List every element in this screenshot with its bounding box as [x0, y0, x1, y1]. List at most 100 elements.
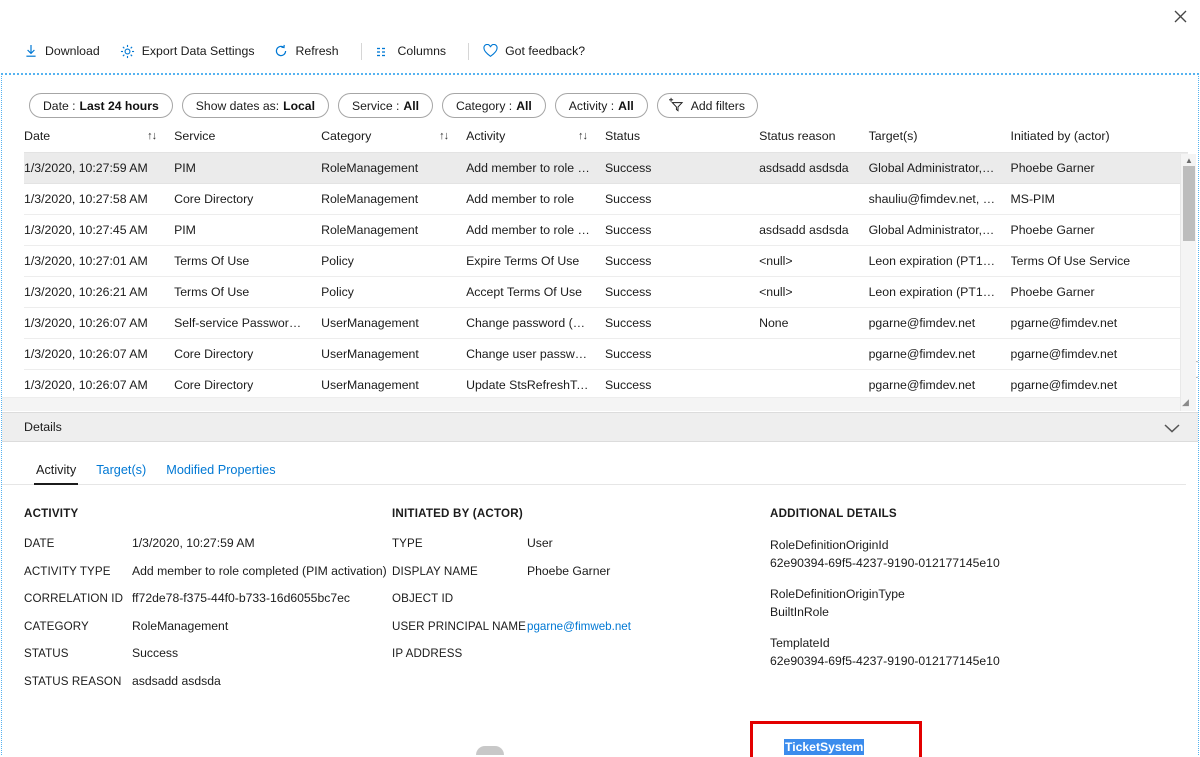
- additional-detail-name: RoleDefinitionOriginType: [770, 585, 1150, 603]
- table-row[interactable]: 1/3/2020, 10:27:59 AMPIMRoleManagementAd…: [24, 153, 1188, 184]
- column-header-date-label: Date: [24, 129, 50, 143]
- table-row[interactable]: 1/3/2020, 10:27:01 AMTerms Of UsePolicyE…: [24, 246, 1188, 277]
- cell-status-reason: <null>: [759, 277, 869, 308]
- table-row[interactable]: 1/3/2020, 10:26:07 AMCore DirectoryUserM…: [24, 339, 1188, 370]
- resize-grip-icon[interactable]: ◢: [1182, 397, 1196, 410]
- table-row[interactable]: 1/3/2020, 10:27:45 AMPIMRoleManagementAd…: [24, 215, 1188, 246]
- cell-activity: Add member to role req...: [466, 215, 605, 246]
- details-splitter-bar[interactable]: Details: [2, 412, 1198, 442]
- column-header-initiated-by-label: Initiated by (actor): [1011, 129, 1110, 143]
- column-header-activity[interactable]: Activity ↑↓: [466, 123, 605, 153]
- gear-icon: [120, 44, 135, 59]
- columns-icon: [376, 45, 391, 58]
- activity-field-row: CORRELATION IDff72de78-f375-44f0-b733-16…: [24, 591, 392, 606]
- details-initiated-by-fields: TYPEUserDISPLAY NAMEPhoebe GarnerOBJECT …: [392, 536, 770, 661]
- filter-show-dates-as[interactable]: Show dates as: Local: [182, 93, 329, 118]
- cell-status-reason: <null>: [759, 246, 869, 277]
- details-tabs: Activity Target(s) Modified Properties: [2, 443, 1186, 485]
- details-initiated-by-section: INITIATED BY (ACTOR) TYPEUser DISPLAY NAM…: [392, 507, 770, 701]
- refresh-icon: [274, 44, 288, 58]
- column-header-service-label: Service: [174, 129, 215, 143]
- tab-modified-properties[interactable]: Modified Properties: [156, 463, 285, 484]
- cell-service: Core Directory: [174, 370, 321, 401]
- initiator-field-value[interactable]: pgarne@fimweb.net: [527, 619, 631, 634]
- activity-field-key: CORRELATION ID: [24, 591, 132, 606]
- tab-targets[interactable]: Target(s): [86, 463, 156, 484]
- chevron-down-icon[interactable]: [1160, 416, 1184, 440]
- chevron-down-glyph: [1162, 422, 1182, 434]
- filter-activity[interactable]: Activity : All: [555, 93, 648, 118]
- title-bar: [0, 0, 1200, 30]
- columns-button[interactable]: Columns: [374, 40, 457, 62]
- got-feedback-button[interactable]: Got feedback?: [481, 40, 595, 62]
- export-data-settings-button[interactable]: Export Data Settings: [118, 40, 265, 63]
- cell-category: RoleManagement: [321, 153, 466, 184]
- cell-service: Core Directory: [174, 339, 321, 370]
- close-icon[interactable]: [1166, 4, 1194, 28]
- initiator-field-row: USER PRINCIPAL NAMEpgarne@fimweb.net: [392, 619, 770, 634]
- cell-initiated-by: pgarne@fimdev.net: [1011, 339, 1188, 370]
- cell-date: 1/3/2020, 10:26:07 AM: [24, 339, 174, 370]
- table-row[interactable]: 1/3/2020, 10:26:21 AMTerms Of UsePolicyA…: [24, 277, 1188, 308]
- tab-activity[interactable]: Activity: [26, 463, 86, 484]
- cell-date: 1/3/2020, 10:26:21 AM: [24, 277, 174, 308]
- initiator-field-row: TYPEUser: [392, 536, 770, 551]
- initiator-field-key: DISPLAY NAME: [392, 564, 527, 579]
- cell-category: UserManagement: [321, 339, 466, 370]
- cell-initiated-by: Phoebe Garner: [1011, 277, 1188, 308]
- initiator-field-key: IP ADDRESS: [392, 646, 527, 661]
- sort-icon-activity[interactable]: ↑↓: [578, 130, 587, 142]
- pane-drag-handle[interactable]: [476, 746, 504, 755]
- filter-activity-value: All: [618, 99, 634, 113]
- filter-service[interactable]: Service : All: [338, 93, 433, 118]
- grid-horizontal-scrollbar[interactable]: [2, 397, 1180, 411]
- details-columns: ACTIVITY DATE1/3/2020, 10:27:59 AMACTIVI…: [2, 485, 1198, 701]
- cell-activity: Change password (self-s...: [466, 308, 605, 339]
- grid-vertical-scroll-thumb[interactable]: [1183, 166, 1195, 241]
- activity-field-key: DATE: [24, 536, 132, 551]
- got-feedback-label: Got feedback?: [505, 44, 585, 58]
- column-header-service[interactable]: Service: [174, 123, 321, 153]
- cell-date: 1/3/2020, 10:27:01 AM: [24, 246, 174, 277]
- cell-date: 1/3/2020, 10:26:07 AM: [24, 308, 174, 339]
- activity-field-value: RoleManagement: [132, 619, 228, 634]
- sort-icon-date[interactable]: ↑↓: [147, 130, 156, 142]
- column-header-date[interactable]: Date ↑↓: [24, 123, 174, 153]
- columns-label: Columns: [398, 44, 447, 58]
- details-initiated-by-title: INITIATED BY (ACTOR): [392, 507, 770, 520]
- additional-detail-value: 62e90394-69f5-4237-9190-012177145e10: [770, 554, 1150, 572]
- column-header-targets[interactable]: Target(s): [869, 123, 1011, 153]
- filter-category[interactable]: Category : All: [442, 93, 546, 118]
- add-filters-button[interactable]: Add filters: [657, 93, 758, 118]
- column-header-initiated-by[interactable]: Initiated by (actor): [1011, 123, 1188, 153]
- cell-date: 1/3/2020, 10:26:07 AM: [24, 370, 174, 401]
- download-button[interactable]: Download: [22, 40, 110, 62]
- cell-status: Success: [605, 215, 759, 246]
- cell-targets: shauliu@fimdev.net, d1e...: [869, 184, 1011, 215]
- toolbar-separator-2: [468, 43, 469, 60]
- scroll-up-icon[interactable]: ▲: [1181, 154, 1197, 166]
- filter-date[interactable]: Date : Last 24 hours: [29, 93, 173, 118]
- table-row[interactable]: 1/3/2020, 10:27:58 AMCore DirectoryRoleM…: [24, 184, 1188, 215]
- filter-service-key: Service :: [352, 99, 399, 113]
- initiator-field-key: USER PRINCIPAL NAME: [392, 619, 527, 634]
- cell-targets: pgarne@fimdev.net: [869, 370, 1011, 401]
- additional-detail-value: 62e90394-69f5-4237-9190-012177145e10: [770, 652, 1150, 670]
- activity-field-row: CATEGORYRoleManagement: [24, 619, 392, 634]
- activity-field-value: Add member to role completed (PIM activa…: [132, 564, 387, 579]
- table-row[interactable]: 1/3/2020, 10:26:07 AMCore DirectoryUserM…: [24, 370, 1188, 401]
- details-additional-title: ADDITIONAL DETAILS: [770, 507, 1150, 520]
- grid-vertical-scrollbar[interactable]: ▲ ▼: [1180, 154, 1196, 411]
- cell-service: Terms Of Use: [174, 246, 321, 277]
- sort-icon-category[interactable]: ↑↓: [439, 130, 448, 142]
- column-header-status[interactable]: Status: [605, 123, 759, 153]
- cell-status-reason: [759, 370, 869, 401]
- details-label: Details: [2, 420, 62, 434]
- column-header-category[interactable]: Category ↑↓: [321, 123, 466, 153]
- cell-category: UserManagement: [321, 370, 466, 401]
- refresh-button[interactable]: Refresh: [272, 40, 348, 62]
- filter-show-dates-as-value: Local: [283, 99, 315, 113]
- cell-category: RoleManagement: [321, 215, 466, 246]
- table-row[interactable]: 1/3/2020, 10:26:07 AMSelf-service Passwo…: [24, 308, 1188, 339]
- column-header-status-reason[interactable]: Status reason: [759, 123, 869, 153]
